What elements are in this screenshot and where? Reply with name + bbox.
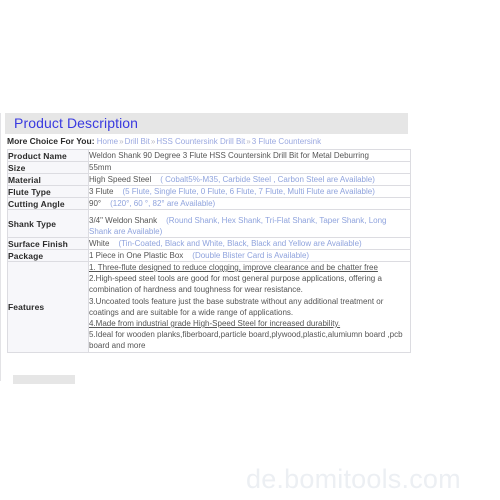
breadcrumb-item-hss-countersink-drill-bit[interactable]: HSS Countersink Drill Bit <box>156 137 245 146</box>
spec-value-text: 55mm <box>89 163 112 172</box>
section-header-bar: Product Description <box>5 113 408 134</box>
table-row: Flute Type 3 Flute (5 Flute, Single Flute… <box>7 185 411 198</box>
breadcrumb-item-drill-bit[interactable]: Drill Bit <box>125 137 150 146</box>
spec-key-features: Features <box>7 261 89 353</box>
page-title: Product Description <box>14 115 139 131</box>
spec-options-cutting-angle: (120°, 60 °, 82° are Available) <box>110 199 216 208</box>
spec-key-product-name: Product Name <box>7 149 89 162</box>
spec-value-text: 3 Flute <box>89 187 114 196</box>
spec-value-material: High Speed Steel ( Cobalt5%-M35, Carbide … <box>88 173 411 186</box>
table-row: Material High Speed Steel ( Cobalt5%-M35,… <box>7 173 411 186</box>
table-row: Package 1 Piece in One Plastic Box (Doubl… <box>7 249 411 262</box>
spec-value-text: High Speed Steel <box>89 175 152 184</box>
table-row: Size 55mm <box>7 161 411 174</box>
page-left-rule <box>0 113 1 381</box>
spec-value-cutting-angle: 90° (120°, 60 °, 82° are Available) <box>88 197 411 210</box>
table-row: Shank Type 3/4" Weldon Shank (Round Shank… <box>7 209 411 238</box>
product-specification-table: Product Name Weldon Shank 90 Degree 3 Fl… <box>7 149 411 353</box>
spec-key-shank-type: Shank Type <box>7 209 89 238</box>
feature-line: 3.Uncoated tools feature just the base s… <box>89 296 384 317</box>
spec-value-text: Weldon Shank 90 Degree 3 Flute HSS Count… <box>89 151 369 160</box>
spec-key-size: Size <box>7 161 89 174</box>
spec-value-text: 90° <box>89 199 102 208</box>
spec-value-package: 1 Piece in One Plastic Box (Double Bliste… <box>88 249 411 262</box>
spec-value-product-name: Weldon Shank 90 Degree 3 Flute HSS Count… <box>88 149 411 162</box>
spec-value-features: 1. Three-flute designed to reduce cloggi… <box>88 261 411 353</box>
spec-value-text: 3/4" Weldon Shank <box>89 216 158 225</box>
feature-line: 2.High-speed steel tools are good for mo… <box>89 274 382 295</box>
feature-line: 5.Ideal for wooden planks,fiberboard,par… <box>89 330 403 351</box>
spec-options-surface-finish: (Tin-Coated, Black and White, Black, Bla… <box>118 239 362 248</box>
breadcrumb-item-home[interactable]: Home <box>97 137 118 146</box>
spec-value-size: 55mm <box>88 161 411 174</box>
table-row: Surface Finish White (Tin-Coated, Black a… <box>7 237 411 250</box>
spec-value-text: 1 Piece in One Plastic Box <box>89 251 184 260</box>
spec-value-surface-finish: White (Tin-Coated, Black and White, Black… <box>88 237 411 250</box>
table-row: Product Name Weldon Shank 90 Degree 3 Fl… <box>7 149 411 162</box>
spec-value-flute-type: 3 Flute (5 Flute, Single Flute, 0 Flute, … <box>88 185 411 198</box>
site-watermark: de.bomitools.com <box>246 464 461 494</box>
table-row: Features 1. Three-flute designed to redu… <box>7 261 411 353</box>
breadcrumb: More Choice For You: Home»Drill Bit»HSS … <box>7 136 321 147</box>
spec-options-flute-type: (5 Flute, Single Flute, 0 Flute, 6 Flute… <box>122 187 375 196</box>
table-row: Cutting Angle 90° (120°, 60 °, 82° are Av… <box>7 197 411 210</box>
breadcrumb-label: More Choice For You: <box>7 136 95 146</box>
spec-value-text: White <box>89 239 110 248</box>
spec-key-package: Package <box>7 249 89 262</box>
spec-value-shank-type: 3/4" Weldon Shank (Round Shank, Hex Shank… <box>88 209 411 238</box>
spec-key-surface-finish: Surface Finish <box>7 237 89 250</box>
clipped-section-header-bar <box>13 375 75 384</box>
spec-options-package: (Double Blister Card is Available) <box>192 251 310 260</box>
breadcrumb-item-3-flute-countersink[interactable]: 3 Flute Countersink <box>252 137 321 146</box>
feature-line: 4.Made from industrial grade High-Speed … <box>89 319 341 329</box>
feature-line: 1. Three-flute designed to reduce cloggi… <box>89 263 378 272</box>
spec-key-material: Material <box>7 173 89 186</box>
spec-key-flute-type: Flute Type <box>7 185 89 198</box>
spec-key-cutting-angle: Cutting Angle <box>7 197 89 210</box>
spec-options-material: ( Cobalt5%-M35, Carbide Steel , Carbon S… <box>160 175 375 184</box>
